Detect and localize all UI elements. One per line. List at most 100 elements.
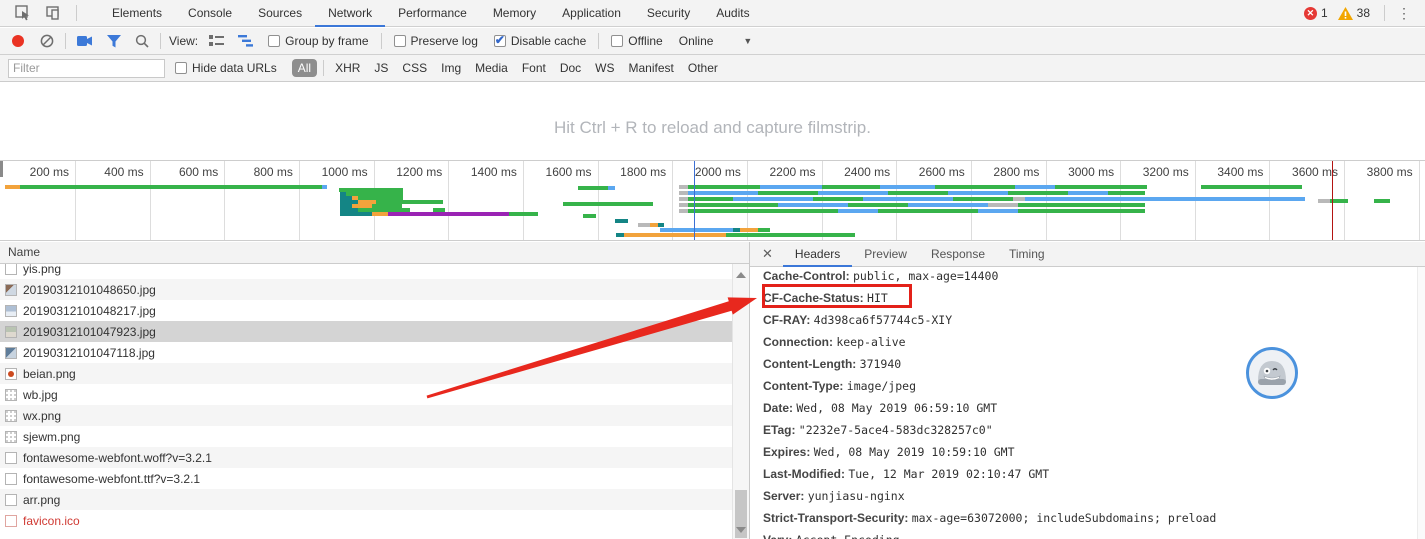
header-row[interactable]: Expires: Wed, 08 May 2019 10:59:10 GMT	[750, 441, 1417, 463]
preserve-log-checkbox[interactable]: Preserve log	[394, 34, 478, 48]
camera-icon	[77, 35, 93, 47]
tab-sources[interactable]: Sources	[245, 0, 315, 27]
record-button[interactable]	[12, 35, 24, 47]
header-value: 371940	[860, 357, 902, 371]
details-tab-timing[interactable]: Timing	[997, 242, 1057, 267]
request-row[interactable]: fontawesome-webfont.woff?v=3.2.1	[0, 447, 732, 468]
offline-checkbox[interactable]: Offline	[611, 34, 662, 48]
type-filter-all[interactable]: All	[292, 59, 317, 77]
details-scrollbar[interactable]	[1417, 267, 1425, 539]
waterfall-bar	[322, 185, 327, 189]
type-filter-img[interactable]: Img	[441, 61, 461, 75]
more-options-icon[interactable]: ⋮	[1389, 5, 1419, 22]
header-row[interactable]: Connection: keep-alive	[750, 331, 1417, 353]
filter-toggle-button[interactable]	[107, 35, 121, 48]
warning-badge[interactable]: 38	[1338, 6, 1370, 20]
tab-application[interactable]: Application	[549, 0, 634, 27]
request-row[interactable]: wx.png	[0, 405, 732, 426]
header-name: Content-Type:	[763, 379, 847, 393]
funnel-icon	[107, 35, 121, 48]
tick-label: 200 ms	[0, 165, 69, 179]
details-tabbar: ✕ HeadersPreviewResponseTiming	[750, 242, 1425, 267]
type-filter-css[interactable]: CSS	[402, 61, 427, 75]
request-row[interactable]: wb.jpg	[0, 384, 732, 405]
resource-type-filters: All XHR JS CSS Img Media Font Doc WS Manifest Othe…	[285, 59, 725, 77]
search-button[interactable]	[135, 34, 149, 48]
header-row[interactable]: Vary: Accept-Encoding	[750, 529, 1417, 539]
file-icon	[5, 452, 17, 464]
type-filter-ws[interactable]: WS	[595, 61, 614, 75]
tab-memory[interactable]: Memory	[480, 0, 549, 27]
waterfall-bar	[978, 209, 1018, 213]
request-row[interactable]: 20190312101048650.jpg	[0, 279, 732, 300]
throttling-value: Online	[679, 34, 714, 48]
request-row[interactable]: 20190312101048217.jpg	[0, 300, 732, 321]
group-by-frame-checkbox[interactable]: Group by frame	[268, 34, 368, 48]
details-tab-preview[interactable]: Preview	[852, 242, 919, 267]
request-row[interactable]: sjewm.png	[0, 426, 732, 447]
waterfall-bar	[679, 185, 688, 189]
waterfall-bar	[20, 185, 322, 189]
tab-network[interactable]: Network	[315, 0, 385, 27]
tick-label: 3200 ms	[1119, 165, 1189, 179]
header-row[interactable]: CF-RAY: 4d398ca6f57744c5-XIY	[750, 309, 1417, 331]
header-row[interactable]: Strict-Transport-Security: max-age=63072…	[750, 507, 1417, 529]
throttling-select[interactable]: Online ▼	[679, 34, 753, 48]
header-row[interactable]: Server: yunjiasu-nginx	[750, 485, 1417, 507]
header-row[interactable]: Content-Length: 371940	[750, 353, 1417, 375]
requests-scrollbar[interactable]	[732, 264, 749, 539]
request-row[interactable]: 20190312101047118.jpg	[0, 342, 732, 363]
checkbox-checked	[494, 35, 506, 47]
type-filter-other[interactable]: Other	[688, 61, 718, 75]
request-row[interactable]: yis.png	[0, 264, 732, 279]
device-toolbar-icon[interactable]	[45, 5, 61, 21]
header-row[interactable]: Date: Wed, 08 May 2019 06:59:10 GMT	[750, 397, 1417, 419]
header-name: Date:	[763, 401, 796, 415]
tab-audits[interactable]: Audits	[703, 0, 762, 27]
chat-widget-mascot-icon[interactable]	[1246, 347, 1298, 399]
waterfall-bar	[688, 209, 838, 213]
waterfall-bar	[953, 197, 1013, 201]
tab-elements[interactable]: Elements	[99, 0, 175, 27]
type-filter-js[interactable]: JS	[374, 61, 388, 75]
tab-performance[interactable]: Performance	[385, 0, 480, 27]
tab-console[interactable]: Console	[175, 0, 245, 27]
network-overview[interactable]: 200 ms400 ms600 ms800 ms1000 ms1200 ms14…	[0, 160, 1425, 241]
disable-cache-checkbox[interactable]: Disable cache	[494, 34, 586, 48]
view-waterfall-button[interactable]	[238, 35, 253, 47]
details-tab-headers[interactable]: Headers	[783, 242, 852, 267]
request-name: yis.png	[23, 264, 61, 276]
type-filter-font[interactable]: Font	[522, 61, 546, 75]
header-row[interactable]: Content-Type: image/jpeg	[750, 375, 1417, 397]
header-value: 4d398ca6f57744c5-XIY	[814, 313, 952, 327]
hide-data-urls-checkbox[interactable]: Hide data URLs	[175, 61, 277, 75]
view-list-button[interactable]	[209, 35, 224, 47]
type-filter-media[interactable]: Media	[475, 61, 508, 75]
header-name: Vary:	[763, 533, 796, 539]
type-filter-manifest[interactable]: Manifest	[629, 61, 674, 75]
scroll-down-icon[interactable]	[736, 527, 746, 533]
close-icon[interactable]: ✕	[750, 246, 783, 262]
error-icon: ✕	[1304, 7, 1317, 20]
type-filter-doc[interactable]: Doc	[560, 61, 581, 75]
name-column-header[interactable]: Name	[0, 242, 749, 264]
filmstrip-button[interactable]	[77, 35, 93, 47]
waterfall-view-icon	[238, 35, 253, 47]
waterfall-bar	[1013, 197, 1025, 201]
inspect-element-icon[interactable]	[15, 5, 31, 21]
request-row[interactable]: arr.png	[0, 489, 732, 510]
request-row[interactable]: fontawesome-webfont.ttf?v=3.2.1	[0, 468, 732, 489]
tab-security[interactable]: Security	[634, 0, 703, 27]
domcontentloaded-marker	[694, 161, 695, 240]
filter-input[interactable]	[8, 59, 165, 78]
header-row[interactable]: Last-Modified: Tue, 12 Mar 2019 02:10:47…	[750, 463, 1417, 485]
request-row[interactable]: 20190312101047923.jpg	[0, 321, 732, 342]
clear-button[interactable]	[40, 34, 54, 48]
details-tab-response[interactable]: Response	[919, 242, 997, 267]
header-row[interactable]: ETag: "2232e7-5ace4-583dc328257c0"	[750, 419, 1417, 441]
request-row[interactable]: favicon.ico	[0, 510, 732, 531]
request-row[interactable]: beian.png	[0, 363, 732, 384]
scroll-up-icon[interactable]	[736, 272, 746, 278]
type-filter-xhr[interactable]: XHR	[335, 61, 360, 75]
error-badge[interactable]: ✕ 1	[1304, 6, 1328, 20]
